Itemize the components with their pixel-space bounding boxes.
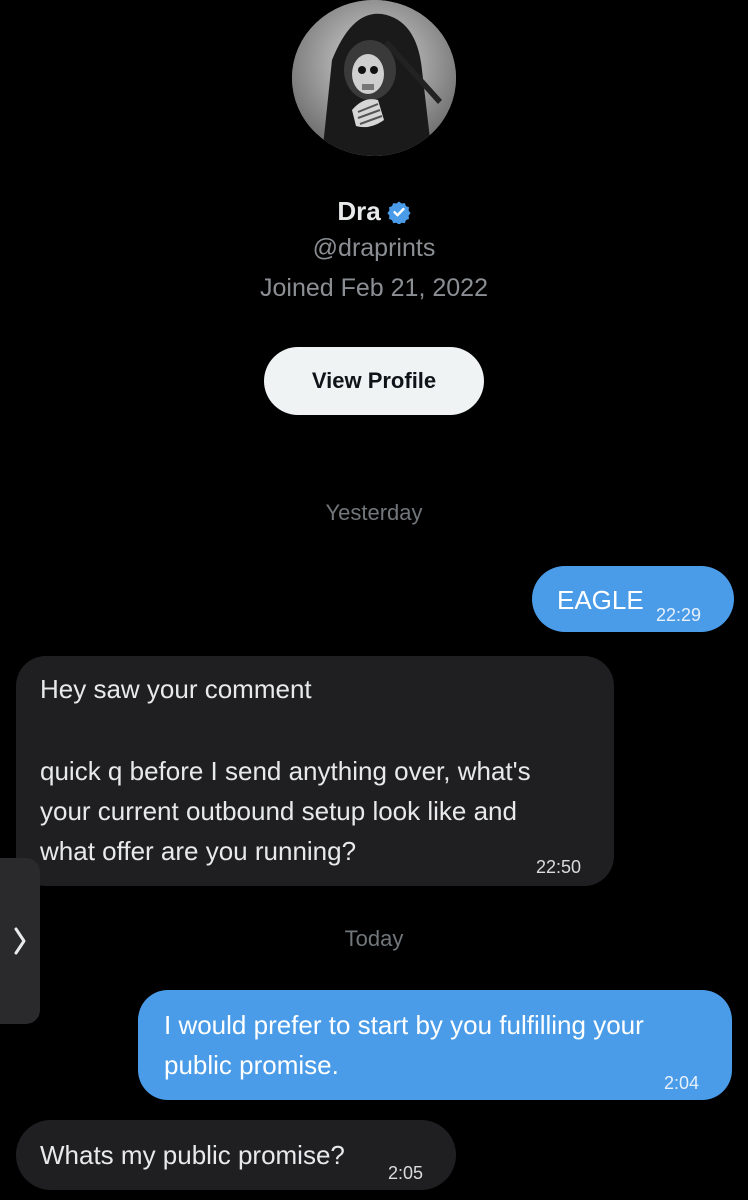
message-bubble-incoming[interactable]: Hey saw your comment quick q before I se…: [16, 656, 614, 886]
message-bubble-incoming[interactable]: Whats my public promise? 2:05: [16, 1120, 456, 1190]
avatar-image: [292, 0, 456, 156]
message-text-line: your current outbound setup look like an…: [40, 796, 517, 826]
message-text: EAGLE: [557, 585, 644, 615]
message-text-line: public promise.: [164, 1050, 339, 1080]
message-time: 2:04: [664, 1073, 700, 1093]
message-text-line: quick q before I send anything over, wha…: [40, 756, 531, 786]
message-time: 2:05: [388, 1163, 424, 1183]
message-bubble-outgoing[interactable]: I would prefer to start by you fulfillin…: [138, 990, 732, 1100]
message-text-line: I would prefer to start by you fulfillin…: [164, 1010, 644, 1040]
message-text: Whats my public promise?: [40, 1140, 345, 1170]
view-profile-button[interactable]: View Profile: [264, 347, 484, 415]
verified-badge-icon: [387, 200, 411, 225]
avatar[interactable]: [292, 0, 456, 156]
profile-name: Dra: [337, 196, 381, 226]
profile-handle: @draprints: [312, 234, 436, 262]
message-time: 22:29: [656, 605, 702, 625]
date-separator-today: Today: [344, 926, 404, 951]
date-separator-yesterday: Yesterday: [325, 500, 423, 525]
message-bubble-outgoing[interactable]: EAGLE 22:29: [532, 566, 734, 632]
profile-joined-date: Joined Feb 21, 2022: [260, 274, 488, 302]
profile-name-row: Dra: [0, 196, 748, 227]
message-text-line: Hey saw your comment: [40, 674, 312, 704]
message-text-line: what offer are you running?: [40, 836, 357, 866]
message-time: 22:50: [536, 857, 582, 877]
